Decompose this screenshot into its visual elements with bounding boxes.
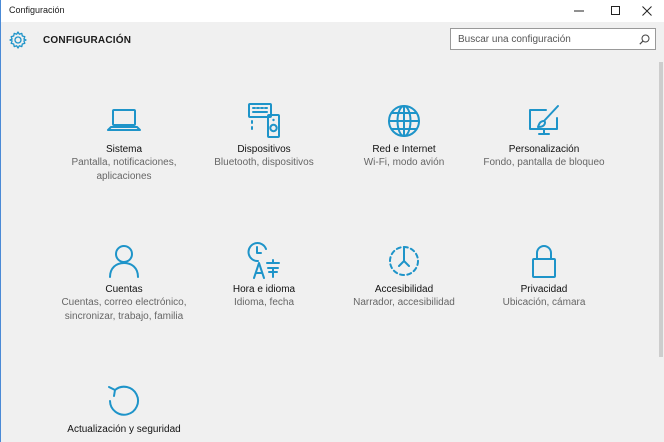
title-bar: Configuración (1, 0, 664, 22)
close-icon (642, 6, 652, 16)
tile-title: Sistema (105, 144, 143, 155)
tile-title: Hora e idioma (232, 284, 296, 295)
tile-description: Wi-Fi, modo avión (363, 157, 445, 168)
tile-red-e-internet[interactable]: Red e Internet Wi-Fi, modo avión (334, 101, 474, 170)
devices-icon (248, 103, 280, 138)
accessibility-icon (389, 246, 419, 276)
tile-sistema[interactable]: Sistema Pantalla, notificaciones, aplica… (54, 101, 194, 184)
scrollbar-thumb[interactable] (659, 62, 663, 357)
page-title: CONFIGURACIÓN (43, 35, 132, 46)
window-title: Configuración (9, 5, 65, 15)
search-input[interactable] (451, 29, 638, 49)
tile-description: Narrador, accesibilidad (353, 297, 455, 308)
minimize-button[interactable] (561, 0, 597, 22)
tile-dispositivos[interactable]: Dispositivos Bluetooth, dispositivos (194, 101, 334, 170)
tile-description: Bluetooth, dispositivos (214, 157, 314, 168)
tile-actualizacion-y-seguridad[interactable]: Actualización y seguridad (54, 381, 194, 436)
tile-privacidad[interactable]: Privacidad Ubicación, cámara (474, 241, 614, 310)
tile-personalizacion[interactable]: Personalización Fondo, pantalla de bloqu… (474, 101, 614, 170)
tile-title: Cuentas (105, 284, 143, 295)
maximize-icon (611, 6, 620, 15)
tile-hora-e-idioma[interactable]: Hora e idioma Idioma, fecha (194, 241, 334, 310)
lock-icon (532, 245, 556, 278)
search-icon[interactable] (639, 34, 650, 45)
minimize-icon (574, 10, 584, 12)
close-button[interactable] (629, 0, 664, 22)
scrollbar[interactable] (658, 62, 664, 442)
globe-icon (388, 105, 420, 137)
person-icon (109, 245, 139, 278)
tile-description: Idioma, fecha (233, 297, 295, 308)
paint-icon (529, 105, 559, 135)
tile-title: Accesibilidad (374, 284, 434, 295)
tile-accesibilidad[interactable]: Accesibilidad Narrador, accesibilidad (334, 241, 474, 310)
tile-title: Actualización y seguridad (67, 424, 181, 435)
tile-description: Cuentas, correo electrónico, sincronizar… (61, 297, 187, 322)
laptop-icon (107, 109, 141, 131)
tile-description: Fondo, pantalla de bloqueo (483, 157, 605, 168)
gear-icon (9, 31, 27, 49)
tile-title: Personalización (508, 144, 580, 155)
tile-cuentas[interactable]: Cuentas Cuentas, correo electrónico, sin… (54, 241, 194, 324)
settings-window: Configuración CONFIGURACIÓN Buscar una c… (0, 0, 664, 442)
tile-description: Pantalla, notificaciones, aplicaciones (71, 157, 177, 182)
app-header: CONFIGURACIÓN (1, 22, 664, 62)
tile-title: Privacidad (520, 284, 568, 295)
search-box[interactable] (450, 28, 656, 50)
tile-description: Ubicación, cámara (502, 297, 586, 308)
tile-title: Dispositivos (237, 144, 291, 155)
tile-title: Red e Internet (372, 144, 436, 155)
time-language-icon (247, 242, 280, 279)
update-icon (108, 385, 139, 416)
